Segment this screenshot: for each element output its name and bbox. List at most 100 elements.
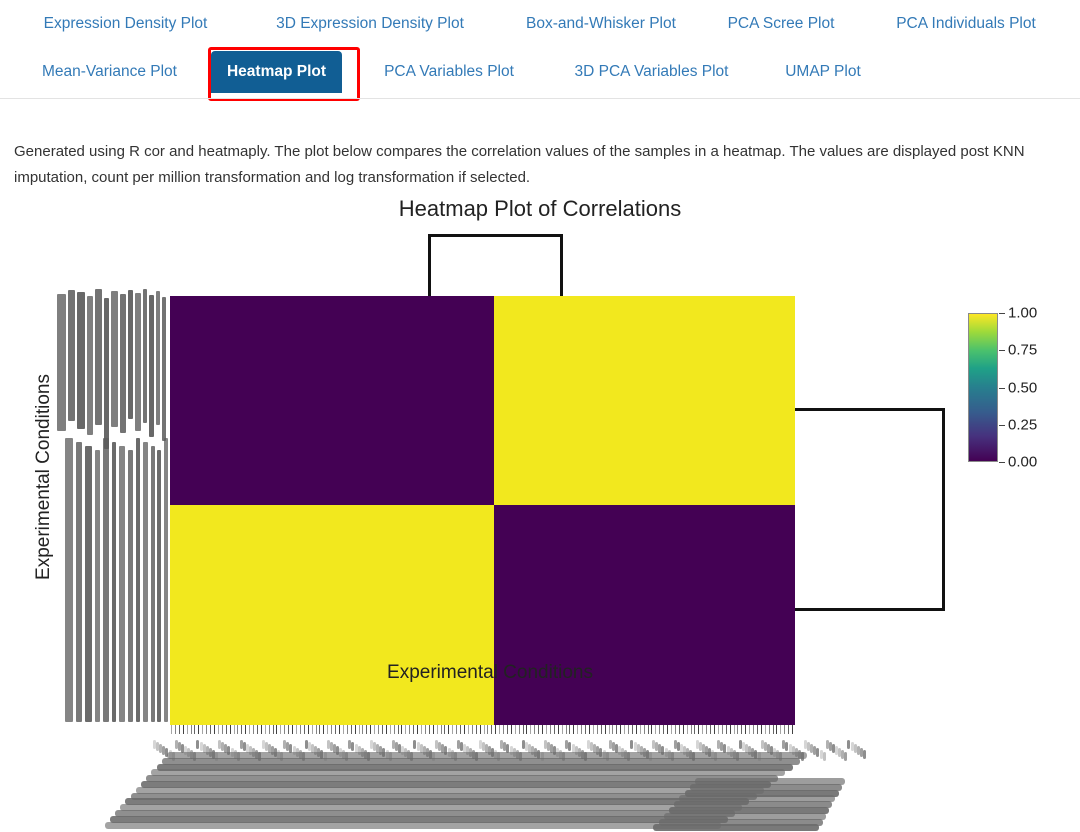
column-tick: [354, 725, 356, 734]
tab-pca-scree-plot[interactable]: PCA Scree Plot: [716, 0, 846, 48]
column-tick: [577, 725, 579, 734]
column-tick: [393, 725, 395, 734]
column-label-smear: [475, 752, 479, 761]
column-tick: [725, 725, 727, 734]
column-tick: [549, 725, 551, 734]
column-tick: [682, 725, 684, 734]
column-tick: [171, 725, 172, 734]
row-label-smear: [65, 438, 73, 722]
column-tick: [694, 725, 696, 734]
column-tick: [206, 725, 208, 734]
column-label-smear: [779, 752, 783, 761]
colorbar-tick-label: 0.75: [1008, 341, 1038, 359]
column-tick: [401, 725, 403, 734]
column-tick: [413, 725, 415, 734]
column-tick: [378, 725, 380, 734]
column-tick: [272, 725, 274, 734]
column-label-smear: [630, 740, 634, 749]
row-dendro-branch-top: [795, 408, 945, 411]
column-tick: [635, 725, 637, 734]
tab-expression-density-plot[interactable]: Expression Density Plot: [28, 0, 223, 48]
column-label-smear: [583, 752, 587, 761]
column-label-smear: [649, 752, 652, 761]
row-label-smear: [111, 291, 118, 427]
tab-box-and-whisker-plot[interactable]: Box-and-Whisker Plot: [512, 0, 690, 48]
column-tick: [764, 725, 766, 734]
row-dendro-branch-bottom: [795, 608, 945, 611]
column-tick: [588, 725, 590, 734]
column-tick: [260, 725, 262, 734]
col-dendro-stem-right: [560, 234, 563, 296]
colorbar-tick: [999, 387, 1005, 389]
column-tick: [256, 725, 258, 734]
tab-mean-variance-plot[interactable]: Mean-Variance Plot: [28, 48, 191, 96]
row-label-smear: [85, 446, 92, 722]
tab-heatmap-plot[interactable]: Heatmap Plot: [211, 51, 342, 93]
tab-3d-expression-density-plot[interactable]: 3D Expression Density Plot: [250, 0, 490, 48]
x-axis-label: Experimental Conditions: [387, 662, 593, 683]
column-tick: [546, 725, 547, 734]
tab-pca-variables-plot[interactable]: PCA Variables Plot: [366, 48, 532, 96]
column-tick: [370, 725, 372, 734]
column-tick: [264, 725, 266, 734]
column-label-smear: [388, 752, 392, 761]
column-tick: [565, 725, 567, 734]
col-dendro-stem-left: [428, 234, 431, 296]
column-tick: [381, 725, 383, 734]
column-tick: [780, 725, 782, 734]
col-dendro-crossbar: [428, 234, 563, 237]
column-tick: [483, 725, 485, 734]
column-tick: [686, 725, 688, 734]
column-tick: [592, 725, 594, 734]
column-tick: [503, 725, 505, 734]
column-tick: [647, 725, 649, 734]
column-tick: [421, 725, 422, 734]
column-label-smear: [215, 752, 218, 761]
column-tick: [538, 725, 540, 734]
column-tick: [768, 725, 770, 734]
heatmap-block-top-left[interactable]: [170, 296, 494, 505]
column-tick: [456, 725, 458, 734]
column-tick: [616, 725, 618, 734]
column-tick: [346, 725, 348, 734]
column-label-smear: [847, 740, 851, 749]
tab-umap-plot[interactable]: UMAP Plot: [772, 48, 874, 96]
colorbar-tick-label: 1.00: [1008, 304, 1038, 322]
column-label-smear: [537, 750, 541, 759]
column-tick: [710, 725, 712, 734]
tab-row-first: Expression Density Plot 3D Expression Den…: [0, 0, 1080, 48]
column-label-smear: [862, 750, 866, 759]
column-label-smear: [568, 742, 572, 751]
tab-pca-individuals-plot[interactable]: PCA Individuals Plot: [878, 0, 1054, 48]
heatmap-block-bottom-right[interactable]: [494, 505, 795, 725]
column-tick: [202, 725, 204, 734]
column-tick: [405, 725, 407, 734]
column-tick: [713, 725, 715, 734]
heatmap-plot-figure: Heatmap Plot of Correlations Experimenta…: [0, 176, 1080, 832]
column-tick: [190, 725, 192, 734]
column-tick: [299, 725, 301, 734]
column-tick: [717, 725, 719, 734]
column-label-smear: [289, 744, 293, 753]
heatmap-block-top-right[interactable]: [494, 296, 795, 505]
row-label-smear: [77, 292, 85, 429]
column-tick: [315, 725, 317, 734]
column-tick: [213, 725, 215, 734]
column-tick: [358, 725, 360, 734]
column-tick: [553, 725, 555, 734]
heatmap-cells[interactable]: [170, 296, 795, 725]
column-tick: [514, 725, 516, 734]
column-tick: [338, 725, 340, 734]
column-tick: [651, 725, 653, 734]
column-tick: [760, 725, 762, 734]
column-tick: [178, 725, 180, 734]
column-label-smear: [382, 748, 386, 757]
column-tick: [631, 725, 633, 734]
row-label-smear: [87, 296, 93, 435]
column-tick: [186, 725, 188, 734]
column-tick: [335, 725, 337, 734]
colorbar-gradient: [968, 313, 998, 462]
tab-3d-pca-variables-plot[interactable]: 3D PCA Variables Plot: [558, 48, 745, 96]
column-tick: [624, 725, 626, 734]
heatmap-block-bottom-left[interactable]: [170, 505, 494, 725]
